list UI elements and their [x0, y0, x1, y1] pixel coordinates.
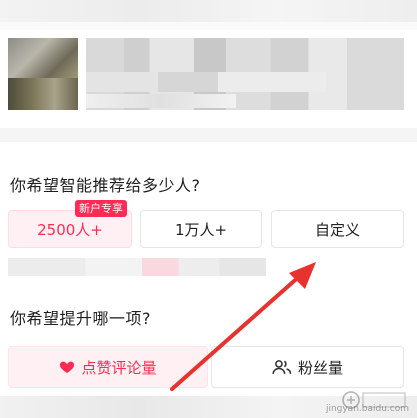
goal-question: 你希望提升哪一项? [10, 309, 151, 328]
heart-icon [59, 359, 75, 375]
reach-option-label: 2500人+ [37, 220, 103, 239]
blurred-video-thumbnail [8, 38, 78, 110]
blurred-video-info-line [86, 94, 236, 108]
blurred-price-info [8, 258, 266, 276]
blurred-video-info-line [86, 72, 326, 92]
reach-option-10k[interactable]: 1万人+ [140, 210, 262, 248]
watermark-domain: jingyan.baidu.com [325, 404, 409, 414]
blurred-header [0, 0, 417, 22]
new-user-badge: 新户专享 [75, 200, 127, 217]
goal-option-followers[interactable]: 粉丝量 [211, 346, 404, 388]
goal-option-label: 粉丝量 [297, 358, 343, 377]
users-icon [272, 359, 292, 375]
section-divider [0, 128, 417, 142]
reach-option-custom[interactable]: 自定义 [271, 210, 404, 248]
reach-question: 你希望智能推荐给多少人? [10, 176, 201, 195]
goal-option-likes-comments[interactable]: 点赞评论量 [8, 346, 208, 388]
reach-option-label: 自定义 [314, 220, 360, 239]
blurred-header-fade [0, 22, 417, 30]
goal-option-label: 点赞评论量 [81, 358, 157, 377]
reach-option-label: 1万人+ [174, 220, 228, 239]
